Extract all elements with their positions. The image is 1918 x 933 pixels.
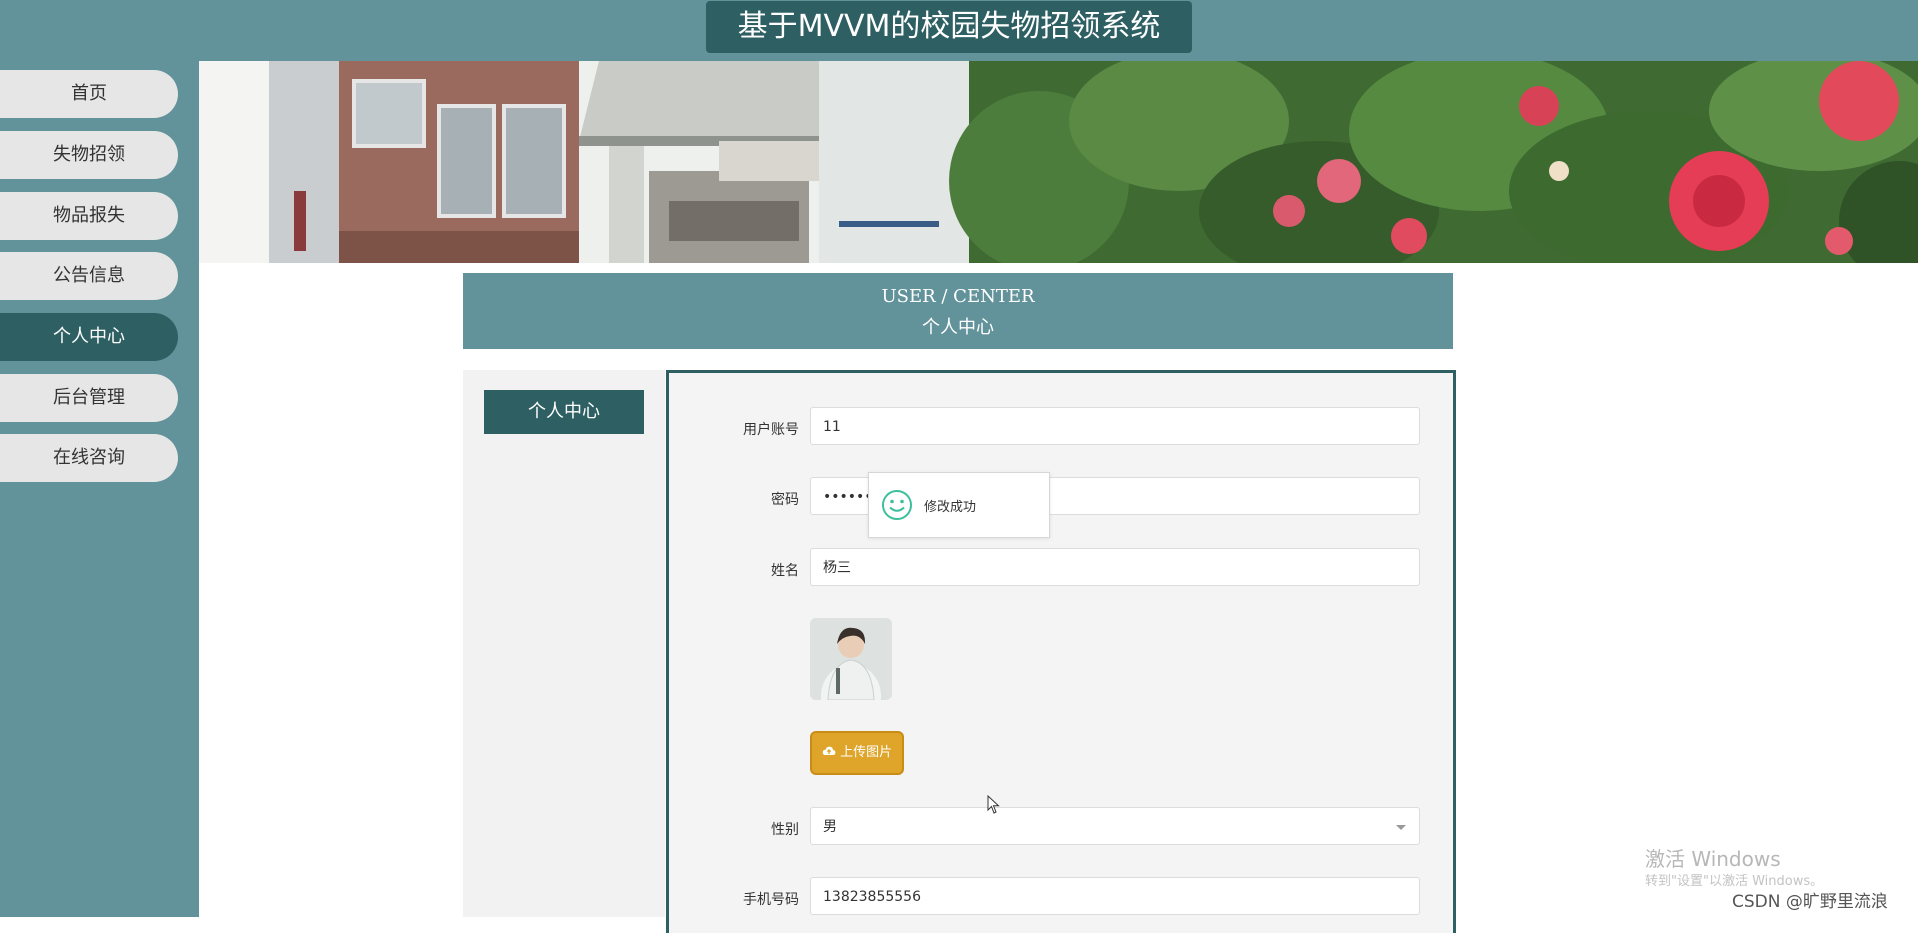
sidebar-item-report-loss[interactable]: 物品报失	[0, 192, 178, 240]
toast-message: 修改成功	[924, 500, 977, 515]
sidebar-item-online-consult[interactable]: 在线咨询	[0, 434, 178, 482]
banner-image	[199, 61, 1918, 263]
gender-select[interactable]: 男	[810, 807, 1420, 845]
avatar-image	[810, 618, 892, 700]
password-label: 密码	[771, 492, 799, 508]
upload-image-label: 上传图片	[840, 745, 893, 760]
sidebar-item-admin[interactable]: 后台管理	[0, 374, 178, 422]
personal-center-menu: 个人中心	[463, 370, 665, 917]
smile-icon	[881, 489, 913, 525]
sidebar-item-notices[interactable]: 公告信息	[0, 252, 178, 300]
site-title: 基于MVVM的校园失物招领系统	[706, 1, 1192, 53]
phone-input[interactable]: 13823855556	[810, 877, 1420, 915]
section-title-en: USER / CENTER	[881, 286, 1035, 307]
profile-form: 用户账号 11 密码 •••••• 姓名 杨三 上传图片 性别 男 手机号码 1…	[666, 370, 1456, 933]
name-label: 姓名	[771, 563, 799, 579]
section-title-cn: 个人中心	[922, 317, 994, 338]
gender-value: 男	[823, 819, 837, 835]
sidebar-item-personal-center[interactable]: 个人中心	[0, 313, 178, 361]
sidebar-item-lost-found[interactable]: 失物招领	[0, 131, 178, 179]
account-input[interactable]: 11	[810, 407, 1420, 445]
cloud-upload-icon	[822, 745, 840, 760]
name-input[interactable]: 杨三	[810, 548, 1420, 586]
csdn-watermark: CSDN @旷野里流浪	[1732, 892, 1888, 912]
section-header: USER / CENTER 个人中心	[463, 273, 1453, 349]
top-header: 基于MVVM的校园失物招领系统	[0, 0, 1918, 62]
sidebar-item-home[interactable]: 首页	[0, 70, 178, 118]
phone-label: 手机号码	[743, 892, 799, 908]
gender-label: 性别	[771, 822, 799, 838]
sidebar: 首页 失物招领 物品报失 公告信息 个人中心 后台管理 在线咨询	[0, 61, 199, 917]
menu-item-personal-center[interactable]: 个人中心	[484, 390, 644, 434]
success-toast: 修改成功	[868, 472, 1050, 538]
chevron-down-icon	[1395, 808, 1407, 861]
upload-image-button[interactable]: 上传图片	[810, 731, 904, 775]
account-label: 用户账号	[743, 422, 799, 438]
windows-activation-title: 激活 Windows	[1645, 847, 1781, 871]
mouse-cursor-icon	[987, 794, 1001, 819]
